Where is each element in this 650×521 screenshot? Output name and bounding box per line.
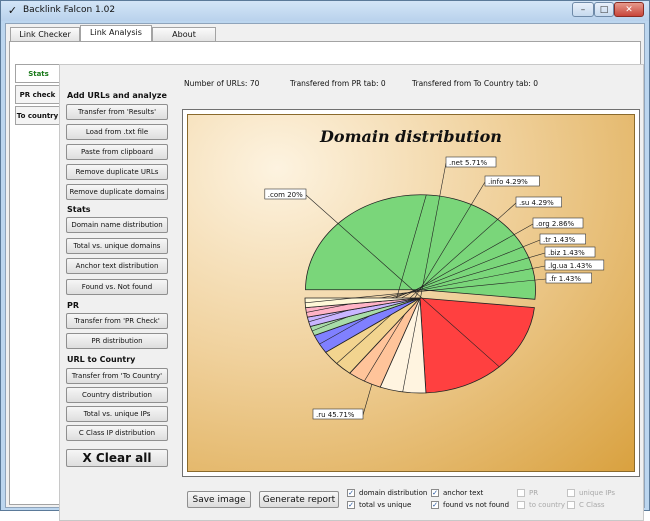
tab-link-checker[interactable]: Link Checker — [10, 27, 80, 41]
save-image-button[interactable]: Save image — [187, 491, 251, 508]
slice-label: .net 5.71% — [449, 159, 488, 167]
checkbox-box[interactable] — [567, 501, 575, 509]
chart-frame: Domain distribution .ru 45.71% .com 20% .n… — [182, 109, 640, 477]
close-button[interactable]: ✕ — [614, 2, 644, 17]
chart-title: Domain distribution — [319, 127, 502, 146]
generate-report-button[interactable]: Generate report — [259, 491, 339, 508]
section-pr: PR — [67, 301, 80, 310]
transferred-from-pr: Transfered from PR tab: 0 — [290, 79, 386, 88]
checkbox-box[interactable] — [567, 489, 575, 497]
slice-label: .com 20% — [268, 191, 303, 199]
slice-label: .lg.ua 1.43% — [548, 262, 592, 270]
section-add-urls: Add URLs and analyze — [67, 91, 167, 100]
checkbox-label: unique IPs — [579, 489, 616, 497]
checkbox-label: anchor text — [443, 489, 484, 497]
side-tab-stats[interactable]: Stats — [15, 64, 61, 83]
tab-link-analysis[interactable]: Link Analysis — [80, 25, 152, 42]
chart-area: Domain distribution .ru 45.71% .com 20% .n… — [187, 114, 635, 472]
app-window: ✓ Backlink Falcon 1.02 – □ ✕ Link Checke… — [0, 0, 650, 521]
checkbox-box[interactable] — [517, 501, 525, 509]
remove-duplicate-domains-button[interactable]: Remove duplicate domains — [66, 184, 168, 200]
total-vs-unique-ips-button[interactable]: Total vs. unique IPs — [66, 406, 168, 422]
transfer-from-to-country-button[interactable]: Transfer from 'To Country' — [66, 368, 168, 384]
load-from-txt-button[interactable]: Load from .txt file — [66, 124, 168, 140]
checkbox-box[interactable]: ✓ — [347, 501, 355, 509]
side-tab-to-country[interactable]: To country — [15, 106, 59, 125]
checkbox-label: domain distribution — [359, 489, 428, 497]
section-stats: Stats — [67, 205, 91, 214]
slice-label: .ru 45.71% — [316, 411, 355, 419]
checkbox-label: PR — [529, 489, 539, 497]
checkbox-box[interactable] — [517, 489, 525, 497]
slice-label: .su 4.29% — [519, 199, 554, 207]
number-of-urls: Number of URLs: 70 — [184, 79, 260, 88]
window-title: Backlink Falcon 1.02 — [23, 5, 116, 15]
found-vs-not-found-button[interactable]: Found vs. Not found — [66, 279, 168, 295]
maximize-button[interactable]: □ — [594, 2, 614, 17]
checkbox-box[interactable]: ✓ — [347, 489, 355, 497]
checkbox-box[interactable]: ✓ — [431, 489, 439, 497]
slice-label: .biz 1.43% — [548, 249, 585, 257]
side-tab-pr-check[interactable]: PR check — [15, 85, 59, 104]
falcon-app-icon: ✓ — [7, 4, 18, 17]
checkbox-label: C Class — [579, 501, 605, 509]
link-analysis-panel: Stats PR check To country Add URLs and a… — [9, 41, 644, 521]
slice-label: .fr 1.43% — [549, 275, 581, 283]
pie-slice — [419, 297, 535, 394]
stats-summary: Number of URLs: 70 Transfered from PR ta… — [182, 67, 640, 97]
checkbox-label: to country — [529, 501, 566, 509]
minimize-button[interactable]: – — [572, 2, 594, 17]
anchor-text-distribution-button[interactable]: Anchor text distribution — [66, 258, 168, 274]
country-distribution-button[interactable]: Country distribution — [66, 387, 168, 403]
client-area: Link Checker Link Analysis About Stats P… — [5, 23, 645, 521]
pie-chart: Domain distribution .ru 45.71% .com 20% .n… — [264, 127, 605, 420]
paste-from-clipboard-button[interactable]: Paste from clipboard — [66, 144, 168, 160]
slice-label: .info 4.29% — [488, 178, 528, 186]
transfer-from-results-button[interactable]: Transfer from 'Results' — [66, 104, 168, 120]
checkbox-box[interactable]: ✓ — [431, 501, 439, 509]
transferred-from-to-country: Transfered from To Country tab: 0 — [412, 79, 539, 88]
pr-distribution-button[interactable]: PR distribution — [66, 333, 168, 349]
stats-panel: Add URLs and analyze Transfer from 'Resu… — [59, 64, 644, 521]
tab-about[interactable]: About — [152, 27, 216, 41]
domain-distribution-button[interactable]: Domain name distribution — [66, 217, 168, 233]
total-vs-unique-domains-button[interactable]: Total vs. unique domains — [66, 238, 168, 254]
slice-label: .tr 1.43% — [543, 236, 576, 244]
c-class-ip-distribution-button[interactable]: C Class IP distribution — [66, 425, 168, 441]
transfer-from-pr-check-button[interactable]: Transfer from 'PR Check' — [66, 313, 168, 329]
checkbox-label: found vs not found — [443, 501, 510, 509]
section-url-to-country: URL to Country — [67, 355, 136, 364]
slice-label: .org 2.86% — [536, 220, 575, 228]
remove-duplicate-urls-button[interactable]: Remove duplicate URLs — [66, 164, 168, 180]
title-bar[interactable]: ✓ Backlink Falcon 1.02 – □ ✕ — [1, 1, 649, 21]
checkbox-label: total vs unique — [359, 501, 412, 509]
clear-all-button[interactable]: X Clear all — [66, 449, 168, 467]
